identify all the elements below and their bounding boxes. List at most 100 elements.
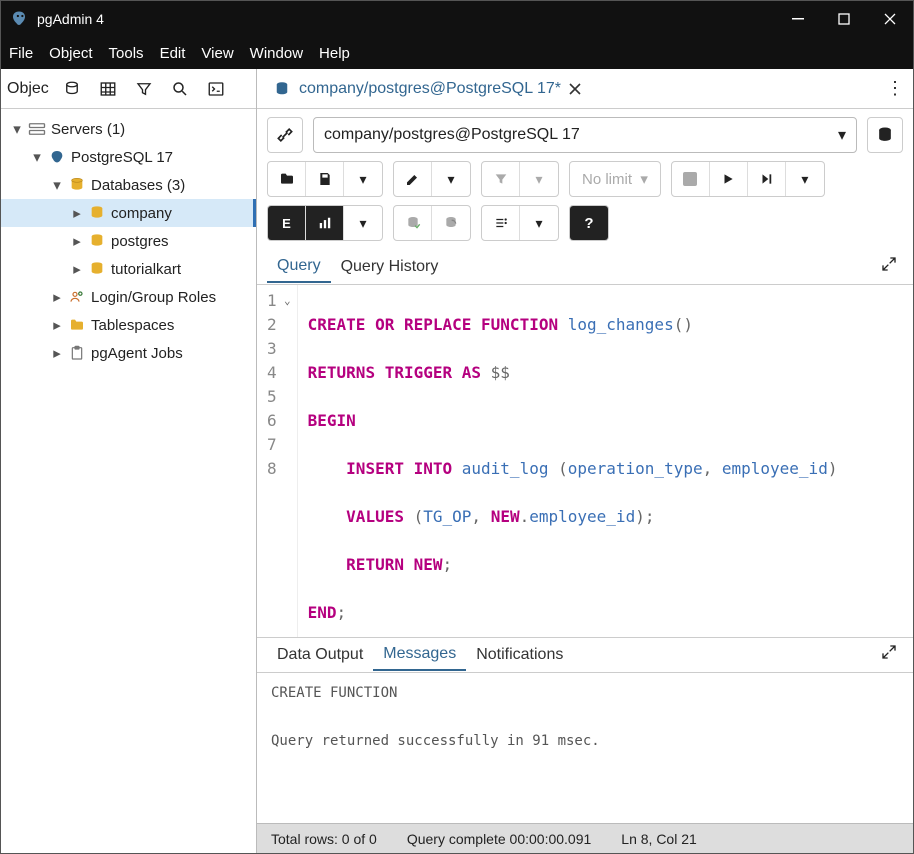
close-icon[interactable] (569, 83, 581, 95)
messages-panel: CREATE FUNCTION Query returned successfu… (257, 673, 913, 823)
commit-button[interactable] (394, 206, 432, 240)
tree-databases[interactable]: ▾ Databases (3) (1, 171, 256, 199)
tree-servers[interactable]: ▾ Servers (1) (1, 115, 256, 143)
query-tabs: Query Query History (257, 249, 913, 285)
expand-icon[interactable] (881, 256, 903, 278)
maximize-button[interactable] (821, 1, 867, 37)
tree-db-postgres[interactable]: ▸ postgres (1, 227, 256, 255)
sidebar-db-icon[interactable] (57, 75, 87, 103)
folder-icon (67, 316, 87, 334)
elephant-icon (47, 148, 67, 166)
tree-label: pgAgent Jobs (91, 345, 183, 362)
tab-data-output[interactable]: Data Output (267, 640, 373, 670)
execute-button[interactable] (710, 162, 748, 196)
filter-dropdown-button[interactable]: ▾ (520, 162, 558, 196)
open-file-button[interactable] (268, 162, 306, 196)
database-icon (87, 232, 107, 250)
chevron-right-icon: ▸ (49, 345, 65, 361)
tree-label: company (111, 205, 172, 222)
query-toolbar: ▾ ▾ ▾ No limit ▾ ▾ (257, 161, 913, 205)
tab-notifications[interactable]: Notifications (466, 640, 573, 670)
menu-window[interactable]: Window (250, 45, 303, 62)
menu-help[interactable]: Help (319, 45, 350, 62)
connection-label: company/postgres@PostgreSQL 17 (324, 126, 580, 144)
gutter: 1⌄ 2 3 4 5 6 7 8 (257, 285, 298, 637)
tab-messages[interactable]: Messages (373, 639, 466, 671)
sql-editor[interactable]: 1⌄ 2 3 4 5 6 7 8 CREATE OR REPLACE FUNCT… (257, 285, 913, 637)
tree-db-tutorialkart[interactable]: ▸ tutorialkart (1, 255, 256, 283)
chevron-right-icon: ▸ (49, 289, 65, 305)
chevron-right-icon: ▸ (69, 233, 85, 249)
connection-select[interactable]: company/postgres@PostgreSQL 17 ▾ (313, 117, 857, 153)
execute-step-button[interactable] (748, 162, 786, 196)
tree-db-company[interactable]: ▸ company (1, 199, 256, 227)
status-cursor: Ln 8, Col 21 (621, 831, 697, 847)
tree-label: PostgreSQL 17 (71, 149, 173, 166)
edit-button[interactable] (394, 162, 432, 196)
expand-icon[interactable] (881, 644, 903, 666)
save-dropdown-button[interactable]: ▾ (344, 162, 382, 196)
tree-pgagent[interactable]: ▸ pgAgent Jobs (1, 339, 256, 367)
chevron-right-icon: ▸ (69, 205, 85, 221)
menu-file[interactable]: File (9, 45, 33, 62)
menu-tools[interactable]: Tools (109, 45, 144, 62)
execute-dropdown-button[interactable]: ▾ (786, 162, 824, 196)
sidebar-filter-icon[interactable] (129, 75, 159, 103)
statusbar: Total rows: 0 of 0 Query complete 00:00:… (257, 823, 913, 853)
chevron-down-icon: ▾ (9, 121, 25, 137)
limit-select[interactable]: No limit ▾ (570, 162, 660, 196)
connection-db-button[interactable] (867, 117, 903, 153)
chevron-down-icon: ▾ (29, 149, 45, 165)
menubar: File Object Tools Edit View Window Help (1, 37, 913, 69)
chevron-right-icon: ▸ (49, 317, 65, 333)
chevron-down-icon: ▾ (49, 177, 65, 193)
connection-toggle-button[interactable] (267, 117, 303, 153)
server-group-icon (27, 120, 47, 138)
connection-row: company/postgres@PostgreSQL 17 ▾ (257, 109, 913, 161)
tree-label: Servers (1) (51, 121, 125, 138)
close-button[interactable] (867, 1, 913, 37)
edit-dropdown-button[interactable]: ▾ (432, 162, 470, 196)
explain-dropdown-button[interactable]: ▾ (344, 206, 382, 240)
save-button[interactable] (306, 162, 344, 196)
tree-tablespaces[interactable]: ▸ Tablespaces (1, 311, 256, 339)
sidebar-title: Objec (7, 80, 49, 98)
filter-button[interactable] (482, 162, 520, 196)
tree-login-roles[interactable]: ▸ Login/Group Roles (1, 283, 256, 311)
help-button[interactable]: ? (570, 206, 608, 240)
sidebar-search-icon[interactable] (165, 75, 195, 103)
database-icon (87, 260, 107, 278)
sidebar: Objec ▾ Servers (1) ▾ PostgreSQL 17 (1, 69, 257, 853)
users-icon (67, 288, 87, 306)
tree-server-pg17[interactable]: ▾ PostgreSQL 17 (1, 143, 256, 171)
chevron-right-icon: ▸ (69, 261, 85, 277)
tree-label: postgres (111, 233, 169, 250)
database-icon (67, 176, 87, 194)
output-tabs: Data Output Messages Notifications (257, 637, 913, 673)
chevron-down-icon: ▾ (838, 125, 846, 145)
code-area[interactable]: CREATE OR REPLACE FUNCTION log_changes()… (298, 285, 848, 637)
menu-edit[interactable]: Edit (160, 45, 186, 62)
app-logo-icon (9, 9, 29, 29)
menu-view[interactable]: View (201, 45, 233, 62)
query-toolbar-2: E ▾ ▾ ? (257, 205, 913, 249)
explain-button[interactable]: E (268, 206, 306, 240)
sidebar-table-icon[interactable] (93, 75, 123, 103)
tab-query-history[interactable]: Query History (331, 252, 449, 282)
menu-object[interactable]: Object (49, 45, 92, 62)
fold-icon[interactable]: ⌄ (281, 289, 291, 313)
analyze-button[interactable] (306, 206, 344, 240)
macros-button[interactable] (482, 206, 520, 240)
app-window: pgAdmin 4 File Object Tools Edit View Wi… (0, 0, 914, 854)
editor-tab[interactable]: company/postgres@PostgreSQL 17* (263, 76, 591, 102)
macros-dropdown-button[interactable]: ▾ (520, 206, 558, 240)
tab-query[interactable]: Query (267, 251, 331, 283)
kebab-menu-button[interactable]: ⋮ (883, 78, 907, 99)
rollback-button[interactable] (432, 206, 470, 240)
sidebar-terminal-icon[interactable] (201, 75, 231, 103)
stop-button[interactable] (672, 162, 710, 196)
tree-label: Login/Group Roles (91, 289, 216, 306)
minimize-button[interactable] (775, 1, 821, 37)
sidebar-toolbar: Objec (1, 69, 256, 109)
clipboard-icon (67, 344, 87, 362)
